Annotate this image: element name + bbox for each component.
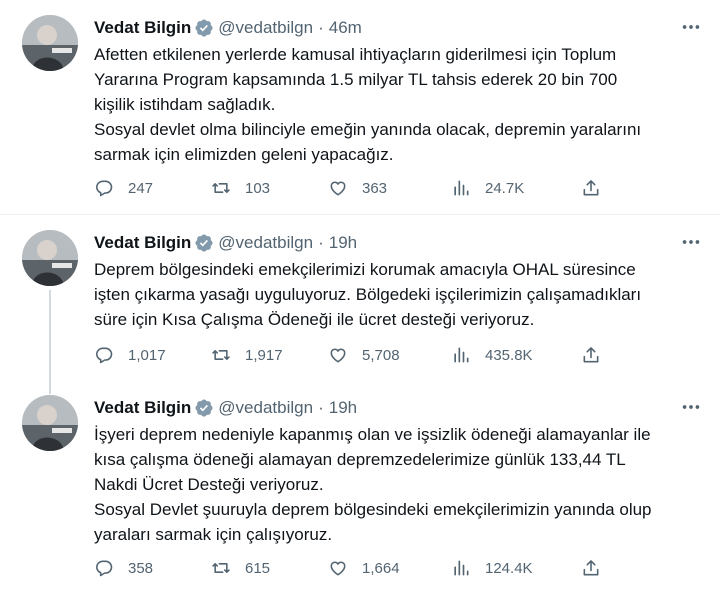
timestamp[interactable]: 19h	[329, 233, 357, 253]
view-count: 435.8K	[485, 346, 533, 364]
more-icon[interactable]	[680, 231, 702, 253]
share-button[interactable]	[581, 556, 601, 580]
share-icon	[583, 560, 599, 576]
like-icon	[330, 181, 346, 196]
like-count: 1,664	[362, 559, 400, 577]
views-icon	[454, 180, 469, 196]
like-icon	[330, 348, 346, 363]
tweet-line: Sosyal devlet olma bilinciyle emeğin yan…	[94, 120, 642, 139]
retweet-count: 103	[245, 179, 271, 197]
author-name[interactable]: Vedat Bilgin	[94, 233, 191, 253]
timestamp[interactable]: 19h	[329, 398, 357, 418]
views-button[interactable]: 124.4K	[451, 556, 533, 580]
views-button[interactable]: 24.7K	[451, 176, 524, 200]
retweet-icon	[212, 350, 230, 360]
retweet-button[interactable]: 615	[211, 556, 270, 580]
like-count: 5,708	[362, 346, 400, 364]
share-icon	[583, 347, 599, 363]
reply-count: 1,017	[128, 346, 166, 364]
tweet-line: işten çıkarma yasağı uyguluyoruz. Bölged…	[94, 285, 642, 304]
action-bar: 358 615 1,664 124.4K	[94, 556, 614, 580]
tweet-line: İşyeri deprem nedeniyle kapanmış olan ve…	[94, 425, 651, 444]
views-button[interactable]: 435.8K	[451, 343, 533, 367]
reply-button[interactable]: 358	[94, 556, 153, 580]
like-icon	[330, 561, 346, 576]
tweet-header: Vedat Bilgin @vedatbilgn · 19h	[94, 397, 357, 419]
action-bar: 1,017 1,917 5,708 435.8K	[94, 343, 614, 367]
separator-dot: ·	[318, 18, 324, 37]
separator-dot: ·	[318, 398, 324, 417]
tweet-text: İşyeri deprem nedeniyle kapanmış olan ve…	[94, 422, 704, 547]
retweet-count: 615	[245, 559, 271, 577]
separator-dot: ·	[318, 233, 324, 252]
reply-icon	[96, 347, 113, 364]
view-count: 124.4K	[485, 559, 533, 577]
tweet-line: Nakdi Ücret Desteği veriyoruz.	[94, 475, 324, 494]
reply-count: 247	[128, 179, 154, 197]
reply-icon	[96, 180, 113, 197]
action-bar: 247 103 363 24.7K	[94, 176, 614, 200]
tweet-line: yaraları sarmak için çalışıyoruz.	[94, 525, 333, 544]
tweet-2[interactable]: Vedat Bilgin @vedatbilgn · 19h Deprem bö…	[0, 215, 721, 394]
tweet-3[interactable]: Vedat Bilgin @vedatbilgn · 19h İşyeri de…	[0, 380, 721, 594]
share-icon	[583, 180, 599, 196]
tweet-line: Afetten etkilenen yerlerde kamusal ihtiy…	[94, 45, 617, 64]
reply-icon	[96, 560, 113, 577]
tweet-header: Vedat Bilgin @vedatbilgn · 19h	[94, 232, 357, 254]
like-button[interactable]: 1,664	[328, 556, 400, 580]
author-name[interactable]: Vedat Bilgin	[94, 18, 191, 38]
author-handle[interactable]: @vedatbilgn	[218, 18, 313, 38]
reply-button[interactable]: 247	[94, 176, 153, 200]
share-button[interactable]	[581, 176, 601, 200]
tweet-1[interactable]: Vedat Bilgin @vedatbilgn · 46m Afetten e…	[0, 0, 721, 214]
retweet-icon	[212, 183, 230, 193]
tweet-line: süre için Kısa Çalışma Ödeneği ile ücret…	[94, 310, 535, 329]
tweet-line: kısa çalışma ödeneği alamayan depremzede…	[94, 450, 626, 469]
reply-count: 358	[128, 559, 154, 577]
tweet-text: Afetten etkilenen yerlerde kamusal ihtiy…	[94, 42, 704, 167]
views-icon	[454, 347, 469, 363]
reply-button[interactable]: 1,017	[94, 343, 166, 367]
thread-line	[49, 290, 51, 394]
verified-badge-icon	[195, 399, 213, 417]
verified-badge-icon	[195, 19, 213, 37]
tweet-text: Deprem bölgesindeki emekçilerimizi korum…	[94, 257, 704, 332]
tweet-line: Deprem bölgesindeki emekçilerimizi korum…	[94, 260, 636, 279]
avatar[interactable]	[22, 230, 78, 286]
retweet-button[interactable]: 1,917	[211, 343, 283, 367]
like-button[interactable]: 5,708	[328, 343, 400, 367]
tweet-line: Yararına Program kapsamında 1.5 milyar T…	[94, 70, 618, 89]
retweet-button[interactable]: 103	[211, 176, 270, 200]
share-button[interactable]	[581, 343, 601, 367]
more-icon[interactable]	[680, 396, 702, 418]
tweet-line: Sosyal Devlet şuuruyla deprem bölgesinde…	[94, 500, 652, 519]
timestamp[interactable]: 46m	[329, 18, 362, 38]
retweet-icon	[212, 563, 230, 573]
retweet-count: 1,917	[245, 346, 283, 364]
like-button[interactable]: 363	[328, 176, 387, 200]
author-handle[interactable]: @vedatbilgn	[218, 398, 313, 418]
tweet-line: sarmak için elimizden geleni yapacağız.	[94, 145, 394, 164]
author-handle[interactable]: @vedatbilgn	[218, 233, 313, 253]
tweet-line: kişilik istihdam sağladık.	[94, 95, 276, 114]
avatar[interactable]	[22, 395, 78, 451]
author-name[interactable]: Vedat Bilgin	[94, 398, 191, 418]
view-count: 24.7K	[485, 179, 525, 197]
views-icon	[454, 560, 469, 576]
verified-badge-icon	[195, 234, 213, 252]
like-count: 363	[362, 179, 388, 197]
avatar[interactable]	[22, 15, 78, 71]
tweet-header: Vedat Bilgin @vedatbilgn · 46m	[94, 17, 362, 39]
more-icon[interactable]	[680, 16, 702, 38]
